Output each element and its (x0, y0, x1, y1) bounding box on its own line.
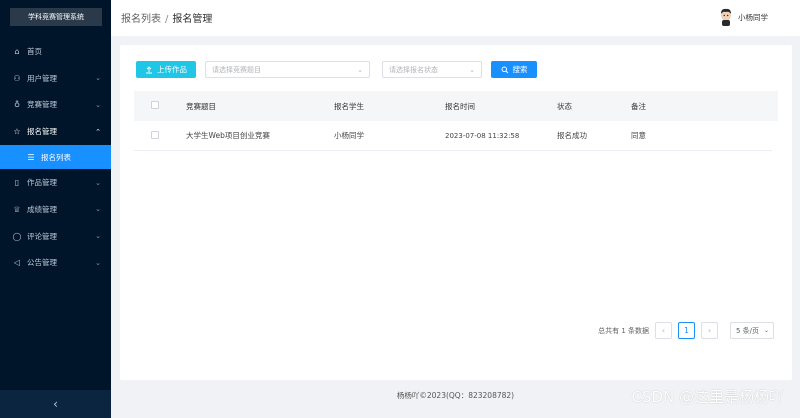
status-select-placeholder: 请选择报名状态 (389, 65, 438, 74)
sidebar-item-announcements[interactable]: ◁ 公告管理 ⌄ (0, 250, 111, 277)
column-header[interactable]: 状态 (557, 101, 572, 112)
star-icon: ☆ (13, 127, 21, 137)
chevron-down-icon: ⌄ (469, 65, 475, 74)
sidebar-item-label: 用户管理 (27, 73, 57, 83)
toolbar: 上传作品 请选择竞赛题目 ⌄ 请选择报名状态 ⌄ 搜索 (136, 61, 537, 78)
breadcrumb-current: 报名管理 (172, 14, 213, 25)
cell-student: 小杨同学 (334, 131, 364, 140)
chevron-up-icon: ⌃ (95, 127, 101, 136)
comment-icon: ◯ (12, 231, 22, 241)
breadcrumb-separator: / (165, 14, 169, 25)
upload-label: 上传作品 (157, 65, 187, 74)
registration-table: 竞赛题目 报名学生 报名时间 状态 备注 大学生Web项目创业竞赛 小杨同学 2… (134, 91, 778, 151)
page-number-current[interactable]: 1 (678, 322, 695, 339)
competition-select[interactable]: 请选择竞赛题目 ⌄ (205, 61, 370, 78)
column-header[interactable]: 备注 (631, 101, 646, 112)
breadcrumb: 报名列表 / 报名管理 (121, 10, 212, 25)
pagination-total: 总共有 1 条数据 (598, 326, 649, 335)
users-icon: ⚇ (13, 73, 21, 83)
sidebar-item-scores[interactable]: ♕ 成绩管理 ⌄ (0, 196, 111, 223)
column-header[interactable]: 竞赛题目 (186, 101, 216, 112)
sidebar-item-competitions[interactable]: ♁ 竞赛管理 ⌄ (0, 92, 111, 119)
home-icon: ⌂ (14, 46, 20, 56)
top-header: 报名列表 / 报名管理 小杨同学 (111, 0, 800, 36)
pagination: 总共有 1 条数据 ‹ 1 › 5 条/页 ⌄ (598, 322, 774, 339)
content-card: 上传作品 请选择竞赛题目 ⌄ 请选择报名状态 ⌄ 搜索 竞赛题目 报名学生 报名… (120, 45, 792, 380)
user-name: 小杨同学 (738, 12, 768, 22)
chevron-down-icon: ⌄ (357, 65, 363, 74)
user-menu[interactable]: 小杨同学 (718, 8, 768, 26)
cup-icon: ♕ (13, 204, 21, 214)
sidebar-item-works[interactable]: ▯ 作品管理 ⌄ (0, 169, 111, 196)
status-select[interactable]: 请选择报名状态 ⌄ (382, 61, 482, 78)
sidebar-item-home[interactable]: ⌂ 首页 (0, 38, 111, 65)
sidebar-item-users[interactable]: ⚇ 用户管理 ⌄ (0, 65, 111, 92)
sidebar-item-comments[interactable]: ◯ 评论管理 ⌄ (0, 223, 111, 250)
chevron-down-icon: ⌄ (95, 232, 101, 241)
table-row[interactable]: 大学生Web项目创业竞赛 小杨同学 2023-07-08 11:32:58 报名… (134, 121, 772, 151)
chevron-down-icon: ⌄ (95, 178, 101, 187)
document-icon: ▯ (14, 178, 20, 188)
megaphone-icon: ◁ (13, 258, 21, 268)
upload-work-button[interactable]: 上传作品 (136, 61, 196, 78)
csdn-watermark: CSDN @这里是杨杨吖 (631, 388, 784, 406)
sidebar-item-label: 报名列表 (41, 152, 71, 162)
column-header[interactable]: 报名学生 (334, 101, 364, 112)
search-icon (501, 66, 508, 73)
cell-status: 报名成功 (557, 131, 587, 140)
trophy-icon: ♁ (14, 100, 20, 110)
sidebar: 学科竞赛管理系统 ⌂ 首页 ⚇ 用户管理 ⌄ ♁ 竞赛管理 ⌄ ☆ 报名管理 ⌃… (0, 0, 111, 418)
row-checkbox[interactable] (151, 130, 159, 141)
column-header[interactable]: 报名时间 (445, 101, 475, 112)
chevron-down-icon: ⌄ (95, 100, 101, 109)
search-label: 搜索 (512, 65, 528, 74)
chevron-down-icon: ⌄ (95, 205, 101, 214)
sidebar-item-label: 首页 (27, 46, 42, 56)
chevron-down-icon: ⌄ (763, 327, 769, 334)
sidebar-item-label: 公告管理 (27, 258, 57, 268)
page-size-select[interactable]: 5 条/页 ⌄ (730, 322, 774, 339)
prev-page-button[interactable]: ‹ (655, 322, 672, 339)
cell-note: 同意 (631, 131, 646, 140)
upload-icon (146, 65, 152, 73)
select-all-checkbox[interactable] (151, 101, 159, 111)
page-size-value: 5 条/页 (736, 326, 760, 335)
next-page-button[interactable]: › (701, 322, 718, 339)
list-icon: ☰ (27, 152, 35, 162)
cell-title: 大学生Web项目创业竞赛 (186, 131, 270, 140)
collapse-sidebar-button[interactable]: ‹ (0, 390, 111, 418)
table-header: 竞赛题目 报名学生 报名时间 状态 备注 (134, 91, 778, 121)
cell-time: 2023-07-08 11:32:58 (445, 131, 520, 140)
chevron-down-icon: ⌄ (95, 258, 101, 267)
competition-select-placeholder: 请选择竞赛题目 (212, 65, 261, 74)
sidebar-item-label: 作品管理 (27, 178, 57, 188)
sidebar-menu: ⌂ 首页 ⚇ 用户管理 ⌄ ♁ 竞赛管理 ⌄ ☆ 报名管理 ⌃ ☰ 报名列表 ▯… (0, 38, 111, 276)
sidebar-item-registrations[interactable]: ☆ 报名管理 ⌃ (0, 118, 111, 145)
chevron-left-icon: ‹ (53, 397, 58, 411)
sidebar-item-label: 报名管理 (27, 127, 57, 137)
sidebar-item-label: 评论管理 (27, 231, 57, 241)
app-logo: 学科竞赛管理系统 (10, 8, 102, 26)
chevron-down-icon: ⌄ (95, 74, 101, 83)
avatar (718, 8, 734, 26)
sidebar-item-registration-list[interactable]: ☰ 报名列表 (0, 145, 111, 170)
search-button[interactable]: 搜索 (491, 61, 537, 78)
sidebar-item-label: 成绩管理 (27, 204, 57, 214)
sidebar-item-label: 竞赛管理 (27, 100, 57, 110)
breadcrumb-item[interactable]: 报名列表 (121, 14, 161, 25)
